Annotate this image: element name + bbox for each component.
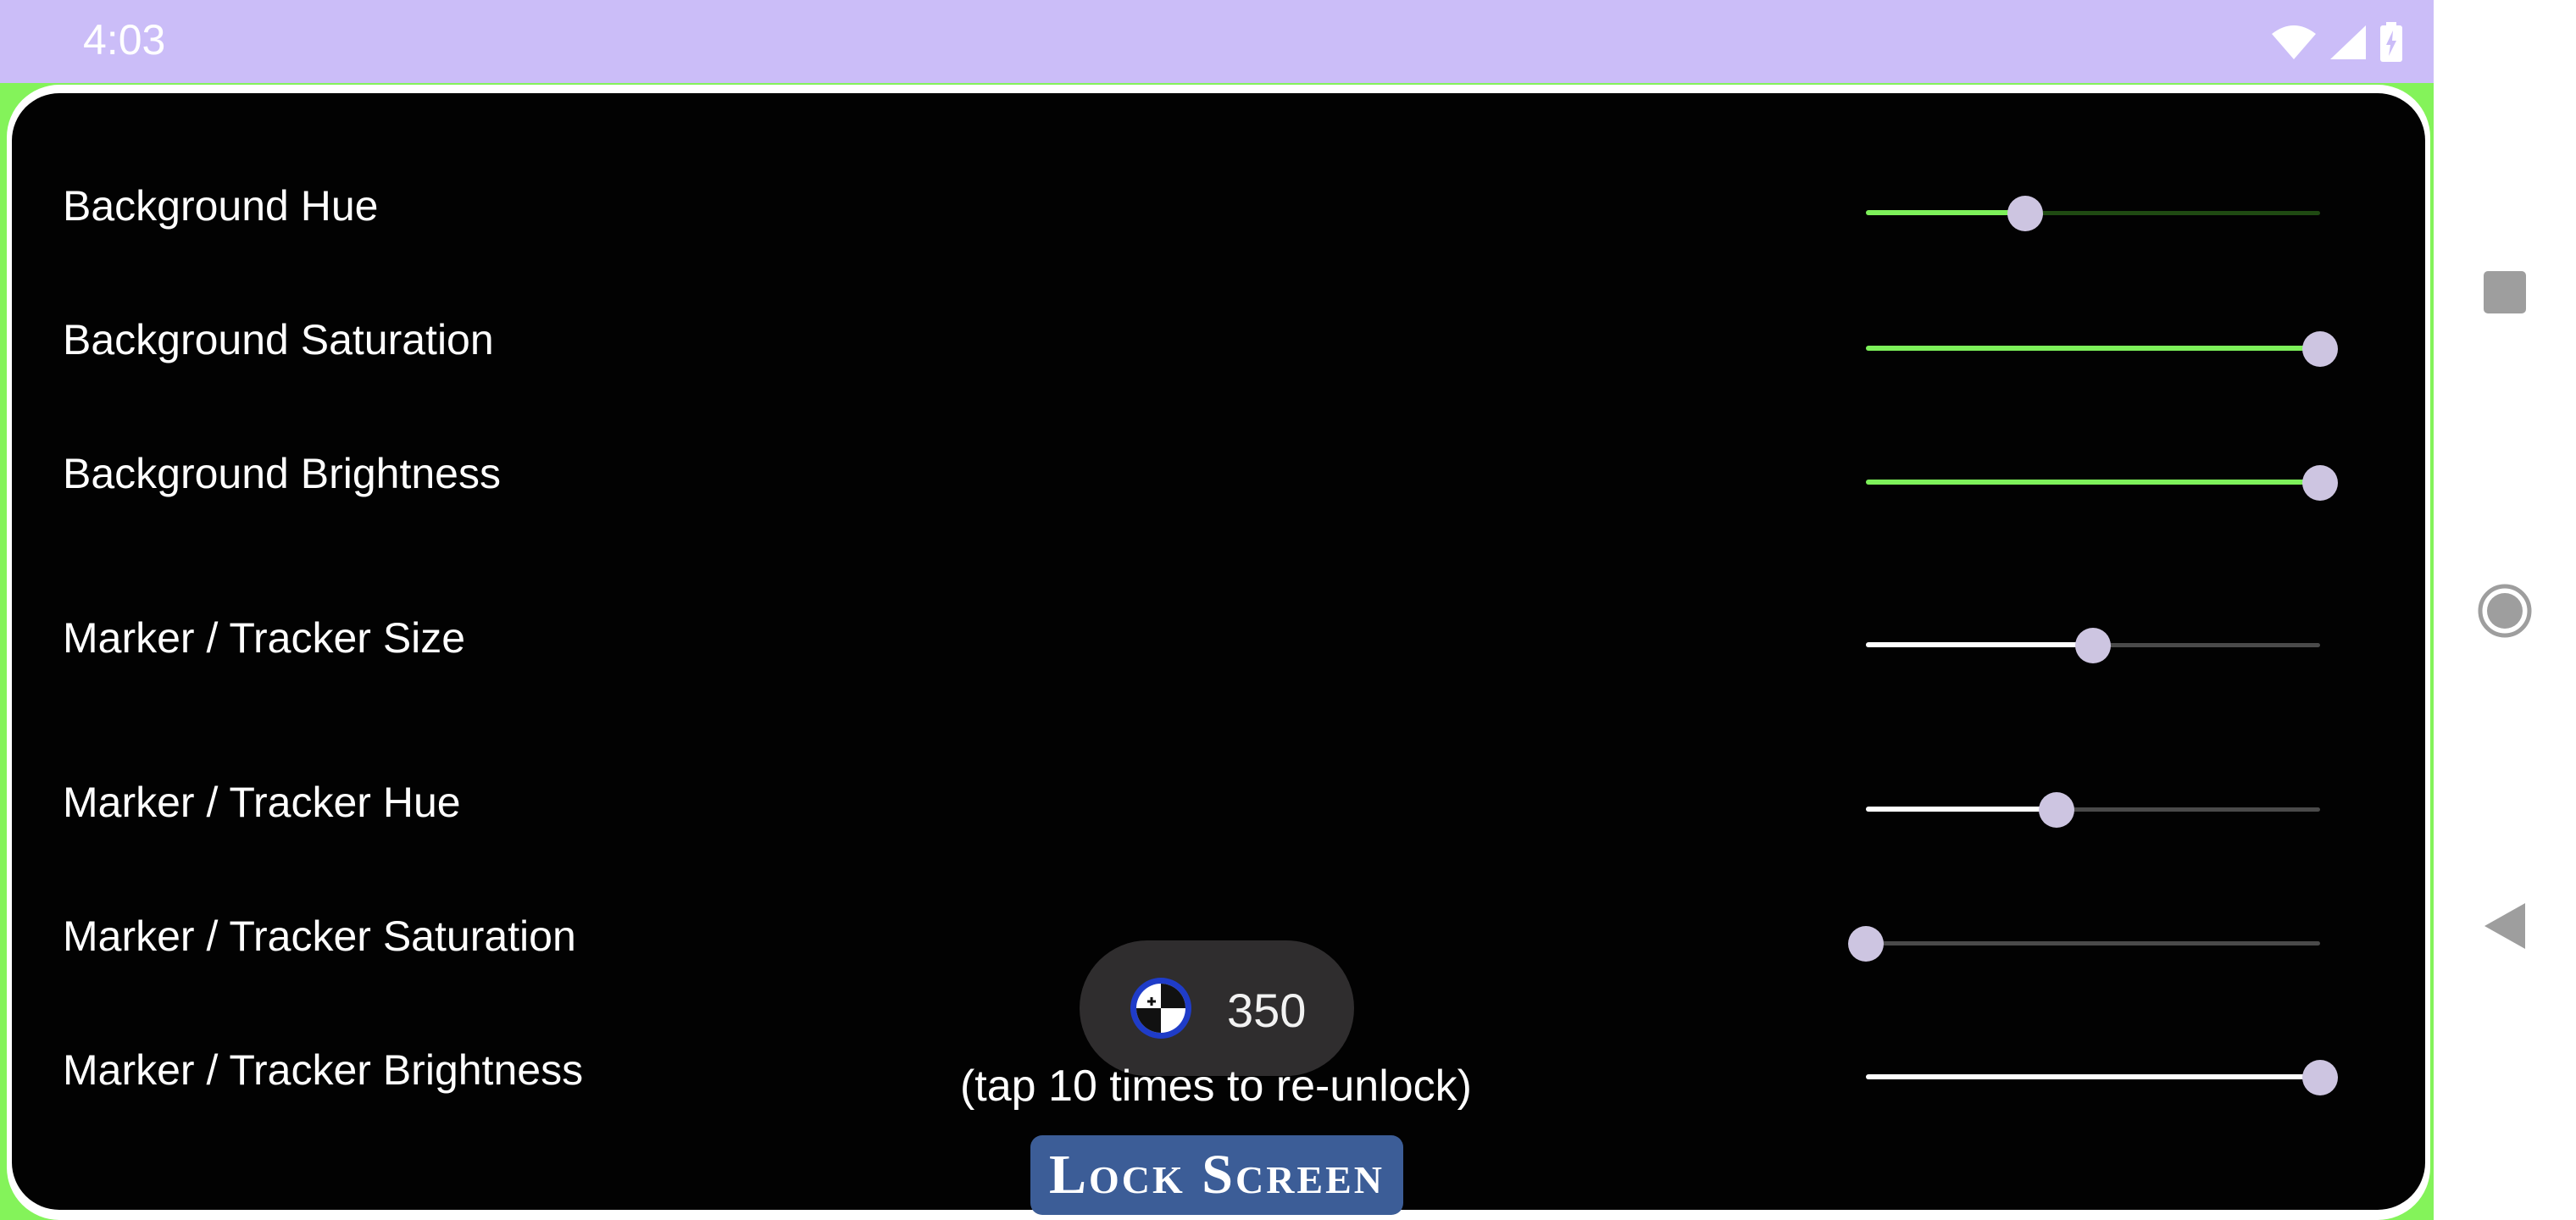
status-time: 4:03 xyxy=(83,16,166,64)
slider-fill xyxy=(1866,346,2320,351)
marker-brightness-slider[interactable] xyxy=(1856,1059,2338,1096)
background-brightness-label: Background Brightness xyxy=(63,450,501,497)
marker-hue-label: Marker / Tracker Hue xyxy=(63,779,461,826)
marker-size-label: Marker / Tracker Size xyxy=(63,614,466,662)
back-triangle-icon[interactable] xyxy=(2434,896,2576,956)
toast: 350 xyxy=(1080,940,1354,1076)
slider-thumb[interactable] xyxy=(2302,465,2338,501)
slider-fill xyxy=(1866,1074,2320,1079)
app-crosshair-icon xyxy=(1129,976,1193,1040)
home-circle-icon[interactable] xyxy=(2434,581,2576,640)
slider-fill xyxy=(1866,807,2057,812)
slider-fill xyxy=(1866,642,2093,647)
slider-thumb[interactable] xyxy=(2075,628,2111,663)
toast-value: 350 xyxy=(1227,984,1307,1037)
slider-thumb[interactable] xyxy=(2039,792,2075,828)
status-icons xyxy=(2271,22,2403,67)
background-saturation-label: Background Saturation xyxy=(63,316,494,363)
battery-charging-icon xyxy=(2379,22,2403,67)
slider-fill xyxy=(1866,210,2025,215)
signal-icon xyxy=(2329,24,2368,65)
recents-square-icon[interactable] xyxy=(2434,263,2576,322)
background-brightness-slider[interactable] xyxy=(1856,464,2338,502)
marker-hue-slider[interactable] xyxy=(1856,791,2330,829)
slider-fill xyxy=(1866,480,2320,485)
slider-thumb[interactable] xyxy=(2302,331,2338,367)
slider-thumb[interactable] xyxy=(2007,196,2043,231)
background-hue-slider[interactable] xyxy=(1856,195,2330,232)
marker-size-slider[interactable] xyxy=(1856,627,2330,664)
screen: 4:03 Background Hue Background Saturatio… xyxy=(0,0,2576,1220)
unlock-hint: (tap 10 times to re-unlock) xyxy=(959,1062,1473,1111)
marker-saturation-slider[interactable] xyxy=(1848,925,2330,962)
marker-brightness-label: Marker / Tracker Brightness xyxy=(63,1046,584,1094)
status-bar: 4:03 xyxy=(0,0,2434,83)
slider-thumb[interactable] xyxy=(2302,1060,2338,1095)
background-saturation-slider[interactable] xyxy=(1856,330,2338,368)
slider-track xyxy=(1866,941,2320,946)
navigation-bar xyxy=(2434,0,2576,1220)
background-hue-label: Background Hue xyxy=(63,182,379,230)
marker-saturation-label: Marker / Tracker Saturation xyxy=(63,912,576,960)
slider-thumb[interactable] xyxy=(1848,926,1884,962)
lock-screen-button[interactable]: Lock Screen xyxy=(1030,1135,1403,1215)
wifi-icon xyxy=(2271,24,2317,65)
